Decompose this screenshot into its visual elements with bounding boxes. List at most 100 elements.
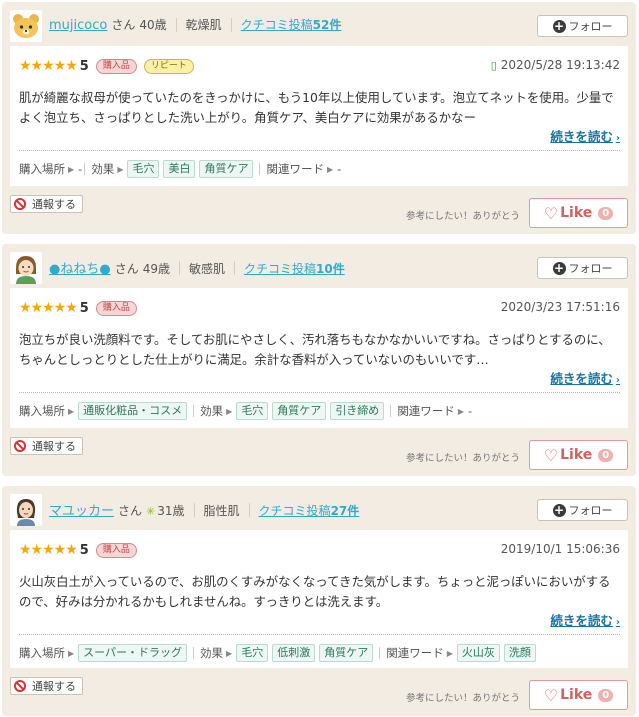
report-label: 通報する [32, 198, 76, 211]
related-word-tag[interactable]: 火山灰 [456, 644, 500, 662]
rating-score: 5 [79, 58, 89, 74]
triangle-right-icon: ▶ [226, 406, 233, 416]
divider [178, 260, 180, 275]
effect-tag[interactable]: 角質ケア [199, 160, 254, 178]
like-button[interactable]: ♡ Like 0 [529, 440, 628, 470]
effect-tag[interactable]: 毛穴 [236, 402, 269, 420]
purchase-place-label: 購入場所 [19, 404, 65, 418]
read-more-label: 続きを読む [550, 129, 613, 144]
review-footer: 通報する 参考にしたい！ありがとう ♡ Like 0 [2, 428, 636, 476]
read-more-link[interactable]: 続きを読む › [550, 610, 620, 629]
review-body: ★★★★★ 5 購入品 リピート ▯ 2020/5/28 19:13:42 肌が… [10, 46, 628, 186]
review-count-link[interactable]: クチコミ投稿10件 [244, 260, 345, 277]
helpful-text: 参考にしたい！ありがとう [405, 693, 520, 704]
purchase-place-value: - [78, 162, 83, 176]
follow-button[interactable]: + フォロー [537, 499, 628, 521]
report-button[interactable]: 通報する [10, 677, 83, 695]
like-button[interactable]: ♡ Like 0 [529, 680, 628, 710]
effect-tag[interactable]: 美白 [163, 160, 196, 178]
like-count: 0 [598, 688, 614, 702]
divider [390, 405, 392, 417]
avatar[interactable] [10, 252, 42, 284]
honorific: さん [118, 504, 143, 518]
skin-type: 乾燥肌 [185, 18, 222, 32]
effect-tag[interactable]: 引き締め [330, 402, 385, 420]
review-header: マユッカー さん ✳ 31歳 脂性肌 クチコミ投稿27件 + フォロー [2, 486, 636, 530]
follow-label: フォロー [568, 504, 613, 517]
effect-tag[interactable]: 毛穴 [127, 160, 160, 178]
skin-type: 脂性肌 [203, 504, 240, 518]
rating-score: 5 [79, 542, 89, 558]
review-body: ★★★★★ 5 購入品 2020/3/23 17:51:16 泡立ちが良い洗顔料… [10, 288, 628, 428]
effect-label: 効果 [200, 646, 224, 660]
username-link[interactable]: ●ねねち● [49, 258, 111, 277]
review-count-link[interactable]: クチコミ投稿52件 [241, 16, 342, 33]
like-button[interactable]: ♡ Like 0 [529, 198, 628, 228]
report-button[interactable]: 通報する [10, 437, 83, 455]
purchase-place-tag[interactable]: 通販化粧品・コスメ [78, 402, 188, 420]
triangle-right-icon: ▶ [326, 164, 334, 174]
triangle-right-icon: ▶ [226, 648, 233, 658]
user-age: 49歳 [142, 262, 170, 276]
read-more-link[interactable]: 続きを読む › [550, 368, 620, 387]
like-label: Like [560, 447, 593, 463]
review-body: ★★★★★ 5 購入品 2019/10/1 15:06:36 火山灰白土が入って… [10, 530, 628, 668]
username-link[interactable]: マユッカー [49, 500, 114, 519]
post-date-value: 2019/10/1 15:06:36 [500, 542, 620, 556]
plus-icon: + [552, 260, 566, 275]
rating: ★★★★★ 5 購入品 リピート [19, 58, 194, 74]
divider [84, 163, 86, 175]
dotted-divider [19, 150, 620, 151]
avatar[interactable] [10, 494, 42, 526]
effect-tag[interactable]: 毛穴 [236, 644, 269, 662]
repeat-badge: リピート [143, 58, 194, 74]
tag-row: 購入場所 ▶ - 効果 ▶ 毛穴 美白 角質ケア 関連ワード ▶ - [19, 160, 341, 178]
related-words-value: - [337, 162, 342, 176]
triangle-right-icon: ▶ [68, 164, 75, 174]
purchase-place-label: 購入場所 [19, 162, 65, 176]
review-count-prefix: クチコミ投稿 [240, 18, 313, 32]
triangle-right-icon: ▶ [446, 648, 453, 658]
avatar[interactable] [10, 10, 42, 42]
effect-label: 効果 [200, 404, 224, 418]
user-age: 31歳 [157, 504, 185, 518]
review-count-prefix: クチコミ投稿 [258, 504, 331, 518]
read-more-link[interactable]: 続きを読む › [550, 126, 620, 145]
read-more-label: 続きを読む [550, 613, 613, 628]
triangle-right-icon: ▶ [117, 164, 124, 174]
divider [193, 647, 195, 659]
chevron-right-icon: › [615, 617, 620, 628]
plus-icon: + [552, 502, 566, 517]
like-label: Like [560, 205, 593, 221]
review-text: 泡立ちが良い洗顔料です。そしてお肌にやさしく、汚れ落ちもなかなかいいですね。さっ… [19, 332, 611, 367]
effect-tag[interactable]: 角質ケア [319, 644, 374, 662]
report-button[interactable]: 通報する [10, 195, 83, 213]
review-card: mujicoco さん 40歳 乾燥肌 クチコミ投稿52件 + フォロー ★★★… [2, 2, 636, 234]
related-words-value: - [467, 404, 473, 418]
review-count-value: 52件 [312, 18, 342, 32]
effect-tag[interactable]: 低刺激 [272, 644, 316, 662]
review-header: mujicoco さん 40歳 乾燥肌 クチコミ投稿52件 + フォロー [2, 2, 636, 46]
username-link[interactable]: mujicoco [49, 18, 107, 33]
follow-button[interactable]: + フォロー [537, 257, 628, 279]
star-rating-icon: ★★★★★ [19, 542, 78, 558]
review-count-value: 10件 [316, 262, 345, 276]
post-date-value: 2020/3/23 17:51:16 [500, 300, 620, 314]
triangle-right-icon: ▶ [68, 648, 75, 658]
star-rating-icon: ★★★★★ [19, 58, 78, 74]
star-rating-icon: ★★★★★ [19, 300, 78, 316]
heart-icon: ♡ [543, 685, 559, 705]
heart-icon: ♡ [543, 203, 559, 223]
triangle-right-icon: ▶ [457, 406, 464, 416]
review-count-link[interactable]: クチコミ投稿27件 [259, 502, 360, 519]
purchase-place-tag[interactable]: スーパー・ドラッグ [78, 644, 188, 662]
follow-button[interactable]: + フォロー [537, 15, 628, 37]
purchase-place-label: 購入場所 [19, 646, 65, 660]
related-word-tag[interactable]: 洗顔 [503, 644, 536, 662]
rating: ★★★★★ 5 購入品 [19, 300, 137, 316]
review-card: ●ねねち● さん 49歳 敏感肌 クチコミ投稿10件 + フォロー ★★★★★ … [2, 244, 636, 476]
tag-row: 購入場所 ▶ スーパー・ドラッグ 効果 ▶ 毛穴 低刺激 角質ケア 関連ワード … [19, 644, 540, 662]
purchased-badge: 購入品 [95, 300, 137, 316]
related-words-label: 関連ワード [386, 646, 444, 660]
effect-tag[interactable]: 角質ケア [272, 402, 327, 420]
